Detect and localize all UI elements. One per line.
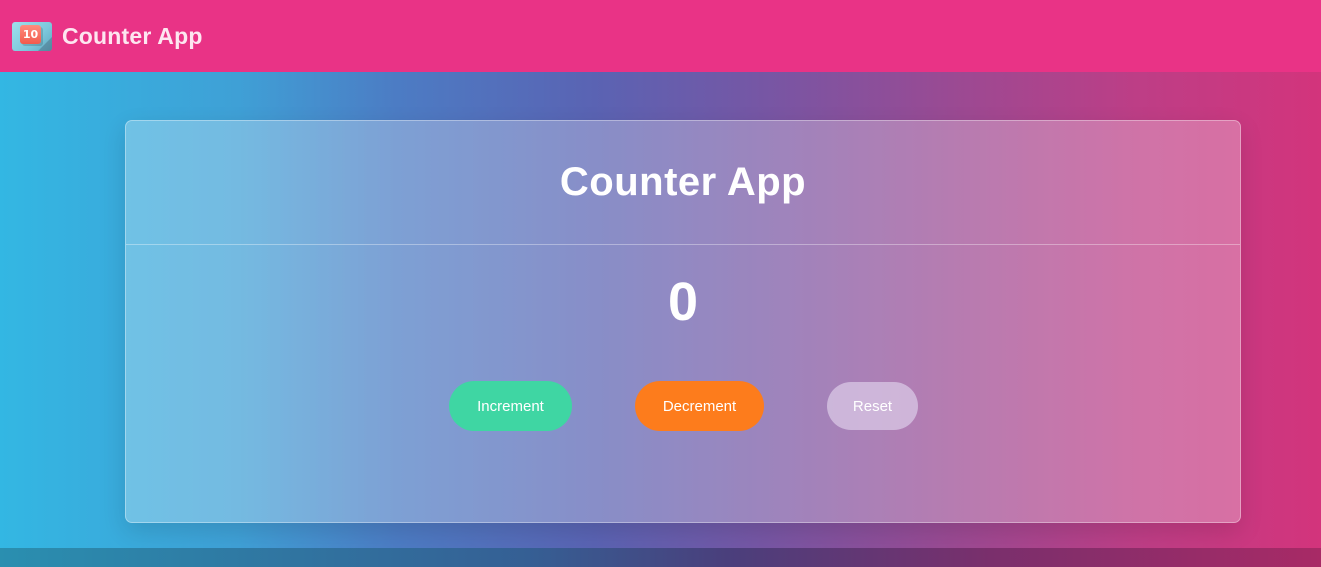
app-logo-icon[interactable]: 10: [12, 21, 52, 51]
footer-strip: [0, 548, 1321, 567]
logo-fold: [38, 36, 52, 51]
navbar: 10 Counter App: [0, 0, 1321, 72]
card-header: Counter App: [126, 121, 1240, 245]
counter-card: Counter App 0 Increment Decrement Reset: [125, 120, 1241, 523]
increment-button[interactable]: Increment: [449, 381, 572, 431]
card-title: Counter App: [559, 160, 807, 204]
reset-button[interactable]: Reset: [827, 382, 918, 430]
navbar-title[interactable]: Counter App: [62, 23, 203, 50]
decrement-button[interactable]: Decrement: [635, 381, 764, 431]
button-group: Increment Decrement Reset: [126, 381, 1240, 433]
counter-value: 0: [667, 272, 699, 332]
